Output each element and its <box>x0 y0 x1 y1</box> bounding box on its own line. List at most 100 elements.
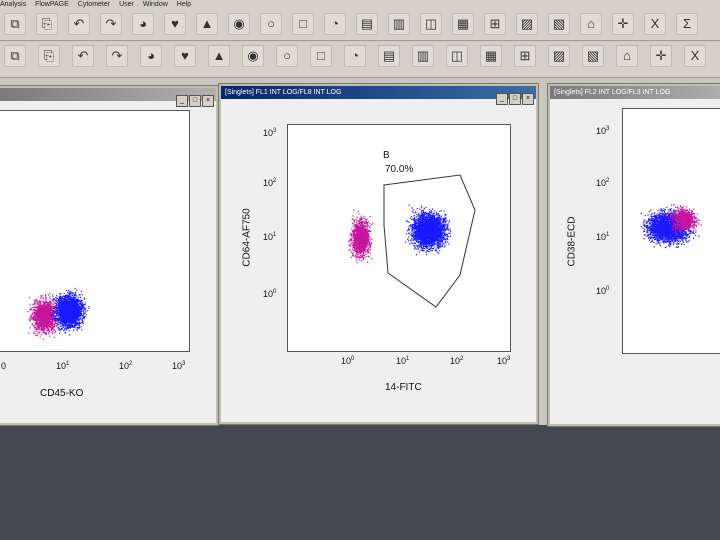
ytick-exp: 2 <box>606 178 610 184</box>
sort-icon[interactable]: ↶ <box>72 45 94 67</box>
dot-plot-left <box>27 287 90 340</box>
align-left-icon[interactable]: ◕ <box>140 45 162 67</box>
ytick-exp: 2 <box>273 178 277 184</box>
population-blue <box>50 287 90 336</box>
print-icon[interactable]: ▤ <box>378 45 400 67</box>
folder-icon[interactable]: ▨ <box>548 45 570 67</box>
plot-window-left[interactable]: _ □ × 0 101 102 103 CD45-KO <box>0 86 218 425</box>
window-titlebar-right[interactable]: [Singlets] FL2 INT LOG/FL3 INT LOG <box>550 86 720 99</box>
excel-icon[interactable]: X <box>644 13 666 35</box>
window-controls-center: _ □ × <box>495 87 534 105</box>
chart-a-icon[interactable]: ▤ <box>356 13 378 35</box>
xtick-center-3: 103 <box>497 356 511 366</box>
distribute-icon[interactable]: ↷ <box>106 45 128 67</box>
calc-icon[interactable]: ◔ <box>344 45 366 67</box>
save-icon[interactable]: ▥ <box>412 45 434 67</box>
ytick-exp: 1 <box>606 232 610 238</box>
menu-bar: Analysis FlowPAGE Cytometer User Window Help <box>0 0 720 9</box>
undo-icon[interactable]: ↶ <box>68 13 90 35</box>
align-right-icon[interactable]: ▲ <box>208 45 230 67</box>
crosshair-icon[interactable]: ✛ <box>612 13 634 35</box>
ytick-center-0: 100 <box>263 289 277 299</box>
color-wheel-icon[interactable]: ◕ <box>132 13 154 35</box>
paste-icon[interactable]: ⎘ <box>36 13 58 35</box>
circle-gate-icon[interactable]: ○ <box>260 13 282 35</box>
tools-icon[interactable]: ▦ <box>480 45 502 67</box>
house-icon[interactable]: ⌂ <box>580 13 602 35</box>
list-icon[interactable]: ⊞ <box>514 45 536 67</box>
bars-icon[interactable]: ▦ <box>452 13 474 35</box>
menu-item-cytometer[interactable]: Cytometer <box>78 1 110 8</box>
magnet-icon[interactable]: X <box>684 45 706 67</box>
sigma-icon[interactable]: Σ <box>676 13 698 35</box>
menu-item-help[interactable]: Help <box>177 1 191 8</box>
xtick-center-2: 102 <box>450 356 464 366</box>
plot-window-center[interactable]: [Singlets] FL1 INT LOG/FL8 INT LOG _ □ × B… <box>219 84 538 424</box>
menu-item-window[interactable]: Window <box>143 1 168 8</box>
gate-percent-label: 70.0% <box>385 164 414 175</box>
toolbar-row-2: ⧉ ⎘ ↶ ↷ ◕ ♥ ▲ ◉ ○ □ ◔ ▤ ▥ ◫ ▦ ⊞ ▨ ▧ ⌂ ✛ X <box>0 41 720 78</box>
xtick-left-2: 102 <box>119 361 133 371</box>
xtick-exp: 0 <box>351 356 355 362</box>
ytick-exp: 3 <box>606 126 610 132</box>
maximize-icon[interactable]: □ <box>189 95 201 107</box>
population-blue <box>404 204 452 256</box>
close-icon[interactable]: × <box>522 93 534 105</box>
book-icon[interactable]: ⌂ <box>616 45 638 67</box>
desk-background <box>0 425 720 540</box>
copy-icon[interactable]: ⧉ <box>4 13 26 35</box>
move-icon[interactable]: ◉ <box>242 45 264 67</box>
plot-window-right[interactable]: [Singlets] FL2 INT LOG/FL3 INT LOG 103 1… <box>548 84 720 426</box>
edit-icon[interactable]: ◫ <box>446 45 468 67</box>
xtick-left-0: 0 <box>1 361 7 371</box>
align-center-icon[interactable]: ♥ <box>174 45 196 67</box>
ytick-exp: 0 <box>606 286 610 292</box>
window-titlebar-center[interactable]: [Singlets] FL1 INT LOG/FL8 INT LOG <box>221 86 536 99</box>
maximize-icon[interactable]: □ <box>509 93 521 105</box>
gate-name-label[interactable]: B <box>383 150 390 161</box>
menu-item-analysis[interactable]: Analysis <box>0 1 26 8</box>
x-axis-label-left: CD45-KO <box>40 388 84 399</box>
strike-icon[interactable]: ▨ <box>516 13 538 35</box>
ytick-exp: 3 <box>273 128 277 134</box>
xtick-exp: 2 <box>460 356 464 362</box>
plot-area-left[interactable] <box>0 110 190 352</box>
square-gate-icon[interactable]: □ <box>292 13 314 35</box>
population-magenta <box>348 209 374 263</box>
plot-area-right[interactable] <box>622 108 720 354</box>
heart-icon[interactable]: ♥ <box>164 13 186 35</box>
ytick-right-1: 101 <box>596 232 610 242</box>
palette-icon[interactable]: ◉ <box>228 13 250 35</box>
minimize-icon[interactable]: _ <box>496 93 508 105</box>
plot-area-center[interactable] <box>287 124 511 352</box>
menu-item-user[interactable]: User <box>119 1 134 8</box>
xtick-exp: 1 <box>66 361 70 367</box>
menu-item-flowpage[interactable]: FlowPAGE <box>35 1 69 8</box>
xtick-left-1: 101 <box>56 361 70 371</box>
ellipse-gate-icon[interactable]: ◔ <box>324 13 346 35</box>
quad-icon[interactable]: ⊞ <box>484 13 506 35</box>
minimize-icon[interactable]: _ <box>176 95 188 107</box>
ytick-right-0: 100 <box>596 286 610 296</box>
ytick-center-3: 103 <box>263 128 277 138</box>
word-icon[interactable]: ▧ <box>582 45 604 67</box>
shape-icon[interactable]: ▲ <box>196 13 218 35</box>
arrows-icon[interactable]: ⧉ <box>4 45 26 67</box>
report-icon[interactable]: □ <box>310 45 332 67</box>
xtick-center-0: 100 <box>341 356 355 366</box>
split-icon[interactable]: ◫ <box>420 13 442 35</box>
rainbow-icon[interactable]: ▧ <box>548 13 570 35</box>
display-icon[interactable]: ○ <box>276 45 298 67</box>
cut-icon[interactable]: ✛ <box>650 45 672 67</box>
xtick-exp: 1 <box>406 356 410 362</box>
grid-icon[interactable]: ▥ <box>388 13 410 35</box>
ytick-right-3: 103 <box>596 126 610 136</box>
y-axis-label-right: CD38-ECD <box>566 216 578 267</box>
close-icon[interactable]: × <box>202 95 214 107</box>
redo-icon[interactable]: ↷ <box>100 13 122 35</box>
dot-plot-center <box>348 174 476 308</box>
arrange-icon[interactable]: ⎘ <box>38 45 60 67</box>
toolbar-row-1: ⧉ ⎘ ↶ ↷ ◕ ♥ ▲ ◉ ○ □ ◔ ▤ ▥ ◫ ▦ ⊞ ▨ ▧ ⌂ ✛ X Σ <box>0 9 720 41</box>
ytick-exp: 1 <box>273 232 277 238</box>
dot-plot-right <box>640 204 702 249</box>
